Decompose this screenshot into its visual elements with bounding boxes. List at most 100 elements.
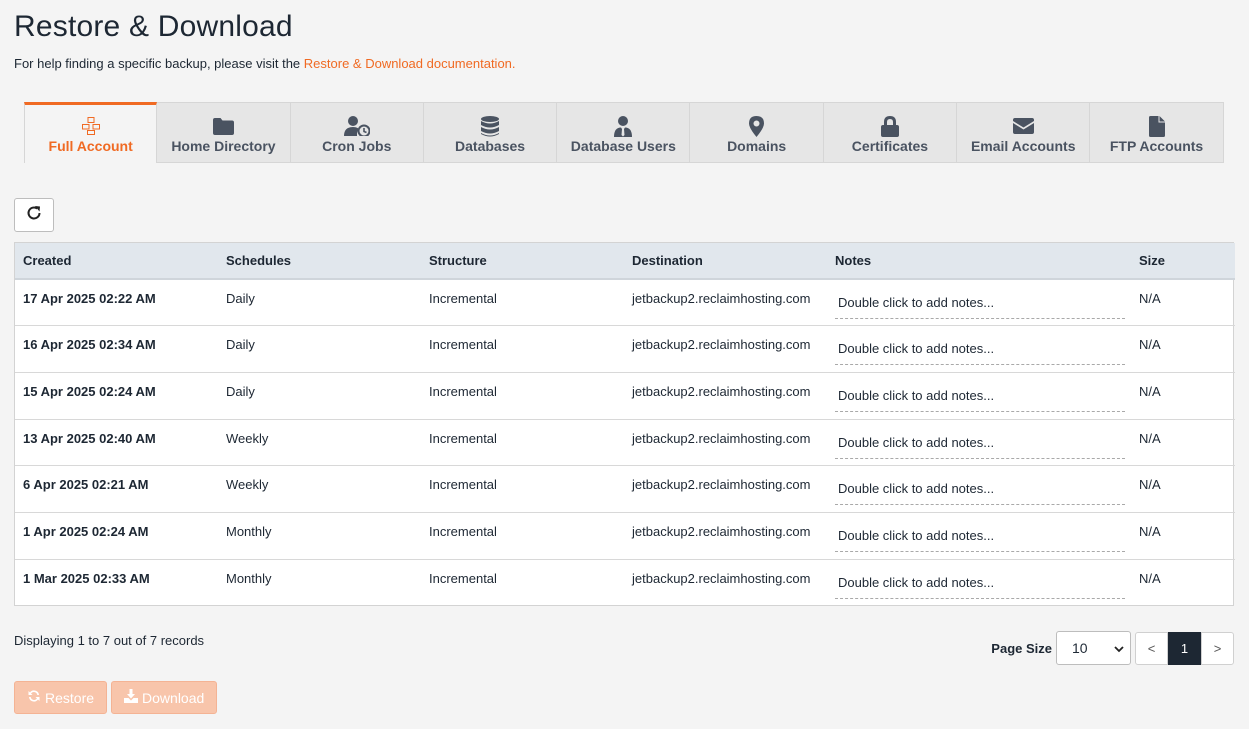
refresh-button[interactable] — [14, 198, 54, 232]
notes-field[interactable]: Double click to add notes... — [835, 388, 1125, 412]
refresh-icon — [27, 689, 45, 706]
tab-email-accounts[interactable]: Email Accounts — [957, 102, 1091, 163]
user-tie-icon — [614, 115, 633, 137]
destination-cell: jetbackup2.reclaimhosting.com — [624, 465, 827, 513]
download-button[interactable]: Download — [111, 681, 218, 714]
size-cell: N/A — [1131, 325, 1235, 373]
download-label: Download — [142, 689, 205, 706]
page-size-select[interactable]: 10 — [1056, 631, 1131, 665]
help-text: For help finding a specific backup, plea… — [14, 56, 516, 71]
notes-field[interactable]: Double click to add notes... — [835, 435, 1125, 459]
notes-field[interactable]: Double click to add notes... — [835, 575, 1125, 599]
tab-ftp-accounts[interactable]: FTP Accounts — [1090, 102, 1224, 163]
envelope-icon — [1012, 115, 1034, 137]
destination-cell: jetbackup2.reclaimhosting.com — [632, 570, 811, 586]
notes-cell: Double click to add notes... — [827, 465, 1131, 513]
size-cell: N/A — [1131, 465, 1235, 513]
tab-home-directory[interactable]: Home Directory — [157, 102, 291, 163]
schedules-cell: Daily — [218, 372, 421, 420]
tab-label: FTP Accounts — [1109, 138, 1204, 154]
created-cell: 6 Apr 2025 02:21 AM — [15, 465, 218, 513]
size-cell: N/A — [1131, 512, 1235, 560]
size-cell: N/A — [1131, 279, 1235, 327]
schedules-cell: Daily — [218, 325, 421, 373]
created-cell: 17 Apr 2025 02:22 AM — [15, 279, 218, 327]
page-title: Restore & Download — [14, 10, 293, 43]
tab-label: Database Users — [570, 138, 676, 154]
page-1-button[interactable]: 1 — [1168, 631, 1201, 665]
created-cell: 1 Mar 2025 02:33 AM — [23, 570, 150, 586]
size-cell: N/A — [1131, 419, 1235, 467]
structure-cell: Incremental — [421, 325, 624, 373]
restore-label: Restore — [45, 689, 95, 706]
page-size-value: 10 — [1072, 640, 1088, 656]
notes-cell: Double click to add notes... — [827, 512, 1131, 560]
schedules-cell: Monthly — [218, 512, 421, 560]
destination-cell: jetbackup2.reclaimhosting.com — [624, 419, 827, 467]
table-row[interactable]: 16 Apr 2025 02:34 AM Daily Incremental j… — [15, 325, 1235, 373]
notes-cell: Double click to add notes... — [827, 325, 1131, 373]
created-cell: 16 Apr 2025 02:34 AM — [15, 325, 218, 373]
table-row[interactable]: 1 Mar 2025 02:33 AM Monthly Incremental … — [15, 559, 1235, 606]
backup-type-tabs: Full Account Home Directory Cron Jobs Da… — [24, 102, 1224, 163]
user-clock-icon — [343, 115, 370, 137]
tab-databases[interactable]: Databases — [423, 102, 558, 163]
structure-cell: Incremental — [421, 372, 624, 420]
map-marker-icon — [749, 115, 765, 137]
destination-cell: jetbackup2.reclaimhosting.com — [624, 279, 827, 327]
notes-field[interactable]: Double click to add notes... — [835, 341, 1125, 366]
created-cell: 13 Apr 2025 02:40 AM — [15, 419, 218, 467]
tab-database-users[interactable]: Database Users — [557, 102, 691, 163]
table-row[interactable]: 15 Apr 2025 02:24 AM Daily Incremental j… — [15, 372, 1235, 420]
tab-domains[interactable]: Domains — [690, 102, 824, 163]
restore-button[interactable]: Restore — [14, 681, 108, 714]
column-header-schedules[interactable]: Schedules — [218, 243, 421, 280]
records-count: Displaying 1 to 7 out of 7 records — [14, 633, 205, 648]
prev-page-button[interactable]: < — [1135, 631, 1168, 665]
page-size-label: Page Size — [991, 640, 1052, 656]
next-page-button[interactable]: > — [1201, 631, 1234, 665]
notes-field[interactable]: Double click to add notes... — [835, 295, 1125, 319]
tab-label: Domains — [727, 138, 787, 154]
tab-certificates[interactable]: Certificates — [823, 102, 958, 163]
table-row[interactable]: 6 Apr 2025 02:21 AM Weekly Incremental j… — [15, 465, 1235, 513]
backups-table: Created Schedules Structure Destination … — [14, 242, 1235, 606]
schedules-cell: Weekly — [218, 419, 421, 467]
schedules-cell: Daily — [218, 279, 421, 327]
column-header-structure[interactable]: Structure — [421, 243, 624, 280]
tab-label: Full Account — [48, 138, 133, 154]
pagination: Page Size 10 < 1 > — [991, 631, 1234, 665]
column-header-destination[interactable]: Destination — [624, 243, 827, 280]
cubes-icon — [81, 115, 101, 137]
structure-cell: Incremental — [421, 512, 624, 560]
size-cell: N/A — [1139, 570, 1161, 586]
table-row[interactable]: 1 Apr 2025 02:24 AM Monthly Incremental … — [15, 512, 1235, 560]
column-header-notes[interactable]: Notes — [827, 243, 1131, 280]
column-header-created[interactable]: Created — [15, 243, 218, 280]
structure-cell: Incremental — [429, 570, 497, 586]
tab-label: Email Accounts — [970, 138, 1076, 154]
column-header-size[interactable]: Size — [1131, 243, 1235, 280]
notes-cell: Double click to add notes... — [827, 559, 1131, 606]
documentation-link[interactable]: Restore & Download documentation. — [304, 56, 516, 71]
notes-field[interactable]: Double click to add notes... — [835, 481, 1125, 506]
notes-cell: Double click to add notes... — [827, 419, 1131, 467]
help-prefix: For help finding a specific backup, plea… — [14, 56, 304, 71]
table-header-row: Created Schedules Structure Destination … — [15, 243, 1235, 280]
refresh-icon — [26, 205, 42, 226]
notes-field[interactable]: Double click to add notes... — [835, 528, 1125, 552]
structure-cell: Incremental — [421, 465, 624, 513]
destination-cell: jetbackup2.reclaimhosting.com — [624, 325, 827, 373]
created-cell: 15 Apr 2025 02:24 AM — [15, 372, 218, 420]
tab-label: Certificates — [851, 138, 929, 154]
download-icon — [124, 689, 142, 706]
table-row[interactable]: 13 Apr 2025 02:40 AM Weekly Incremental … — [15, 419, 1235, 467]
tab-full-account[interactable]: Full Account — [24, 102, 158, 163]
tab-label: Databases — [455, 138, 526, 154]
table-row[interactable]: 17 Apr 2025 02:22 AM Daily Incremental j… — [15, 279, 1235, 327]
tab-label: Cron Jobs — [322, 138, 392, 154]
created-cell: 1 Apr 2025 02:24 AM — [15, 512, 218, 560]
destination-cell: jetbackup2.reclaimhosting.com — [624, 372, 827, 420]
tab-cron-jobs[interactable]: Cron Jobs — [290, 102, 424, 163]
structure-cell: Incremental — [421, 419, 624, 467]
